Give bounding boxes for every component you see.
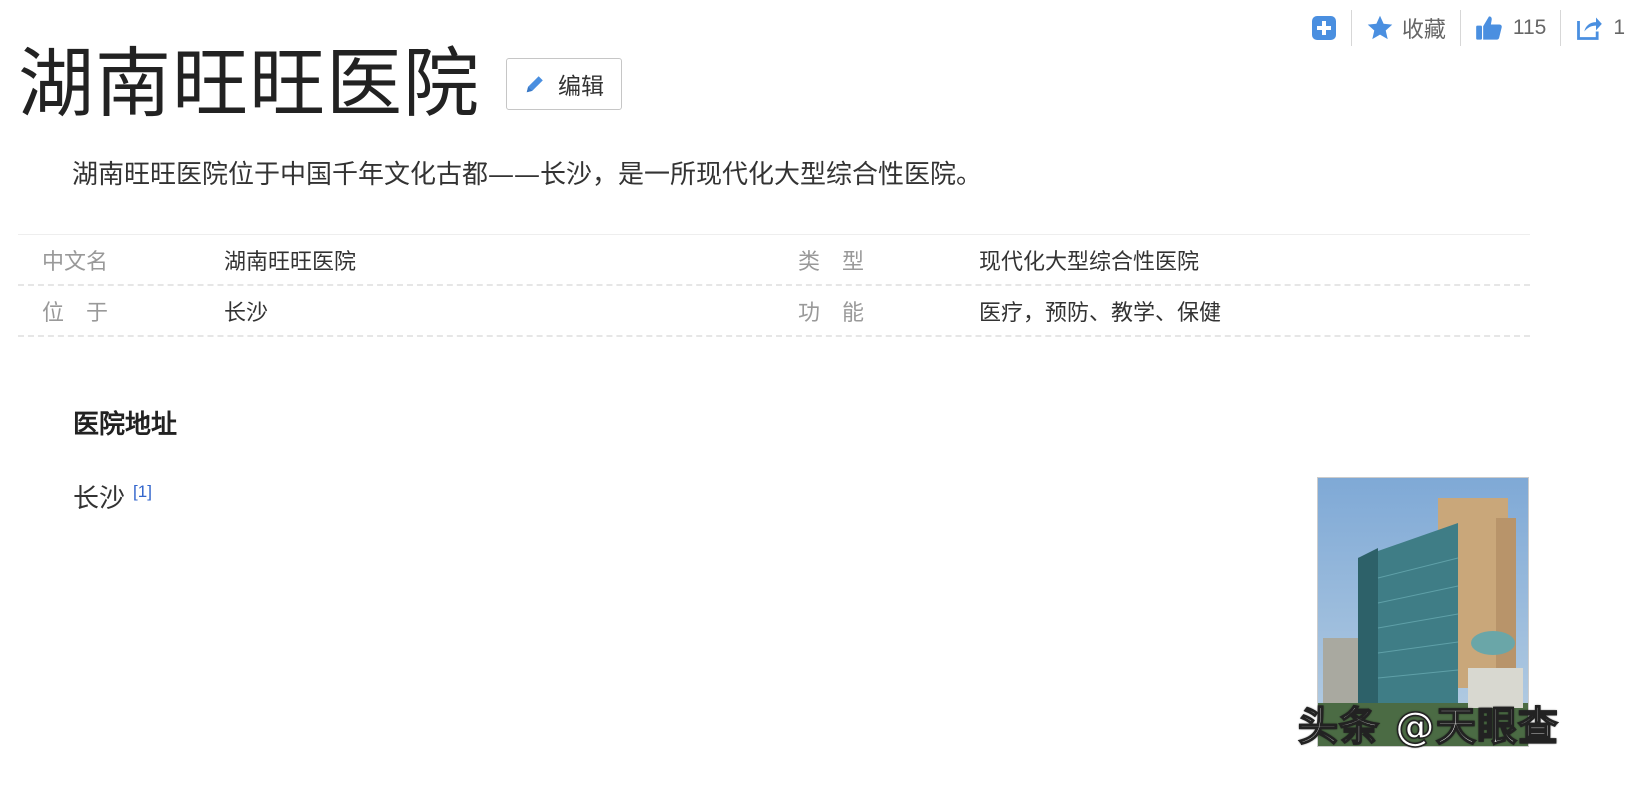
address-text: 长沙 [1] <box>73 478 152 515</box>
info-key: 类 型 <box>798 249 865 275</box>
edit-label: 编辑 <box>558 74 604 100</box>
info-row: 中文名 湖南旺旺医院 类 型 现代化大型综合性医院 <box>18 235 1530 286</box>
like-button[interactable]: 115 <box>1459 10 1560 46</box>
info-key: 位 于 <box>42 300 109 326</box>
info-box: 中文名 湖南旺旺医院 类 型 现代化大型综合性医院 位 于 长沙 功 能 医疗，… <box>18 234 1530 337</box>
share-button[interactable]: 1 <box>1560 10 1639 46</box>
edit-button[interactable]: 编辑 <box>506 58 622 110</box>
reference-link[interactable]: [1] <box>133 482 152 501</box>
favorite-button[interactable]: 收藏 <box>1350 10 1460 46</box>
like-count: 115 <box>1512 16 1547 39</box>
toolbar: 收藏 115 1 <box>1297 10 1639 46</box>
share-icon <box>1577 17 1603 40</box>
favorite-label: 收藏 <box>1401 18 1446 43</box>
watermark: 头条 @天眼查 <box>1297 703 1559 751</box>
info-value: 湖南旺旺医院 <box>224 249 357 275</box>
info-key: 功 能 <box>798 300 865 326</box>
info-key: 中文名 <box>42 249 109 275</box>
info-value: 医疗，预防、教学、保健 <box>979 300 1222 326</box>
plus-square-icon <box>1311 16 1336 40</box>
summary-text: 湖南旺旺医院位于中国千年文化古都——长沙，是一所现代化大型综合性医院。 <box>72 160 983 190</box>
pencil-icon <box>526 76 543 93</box>
share-count: 1 <box>1613 16 1625 39</box>
title-row: 湖南旺旺医院 编辑 <box>18 46 622 122</box>
info-value: 现代化大型综合性医院 <box>979 249 1200 275</box>
star-icon <box>1367 15 1393 40</box>
section-title: 医院地址 <box>73 410 178 440</box>
info-row: 位 于 长沙 功 能 医疗，预防、教学、保健 <box>18 286 1530 337</box>
address-value: 长沙 <box>73 484 126 514</box>
page-title: 湖南旺旺医院 <box>18 39 480 128</box>
thumbs-up-icon <box>1475 16 1502 40</box>
add-button[interactable] <box>1297 10 1351 46</box>
info-value: 长沙 <box>224 300 269 326</box>
